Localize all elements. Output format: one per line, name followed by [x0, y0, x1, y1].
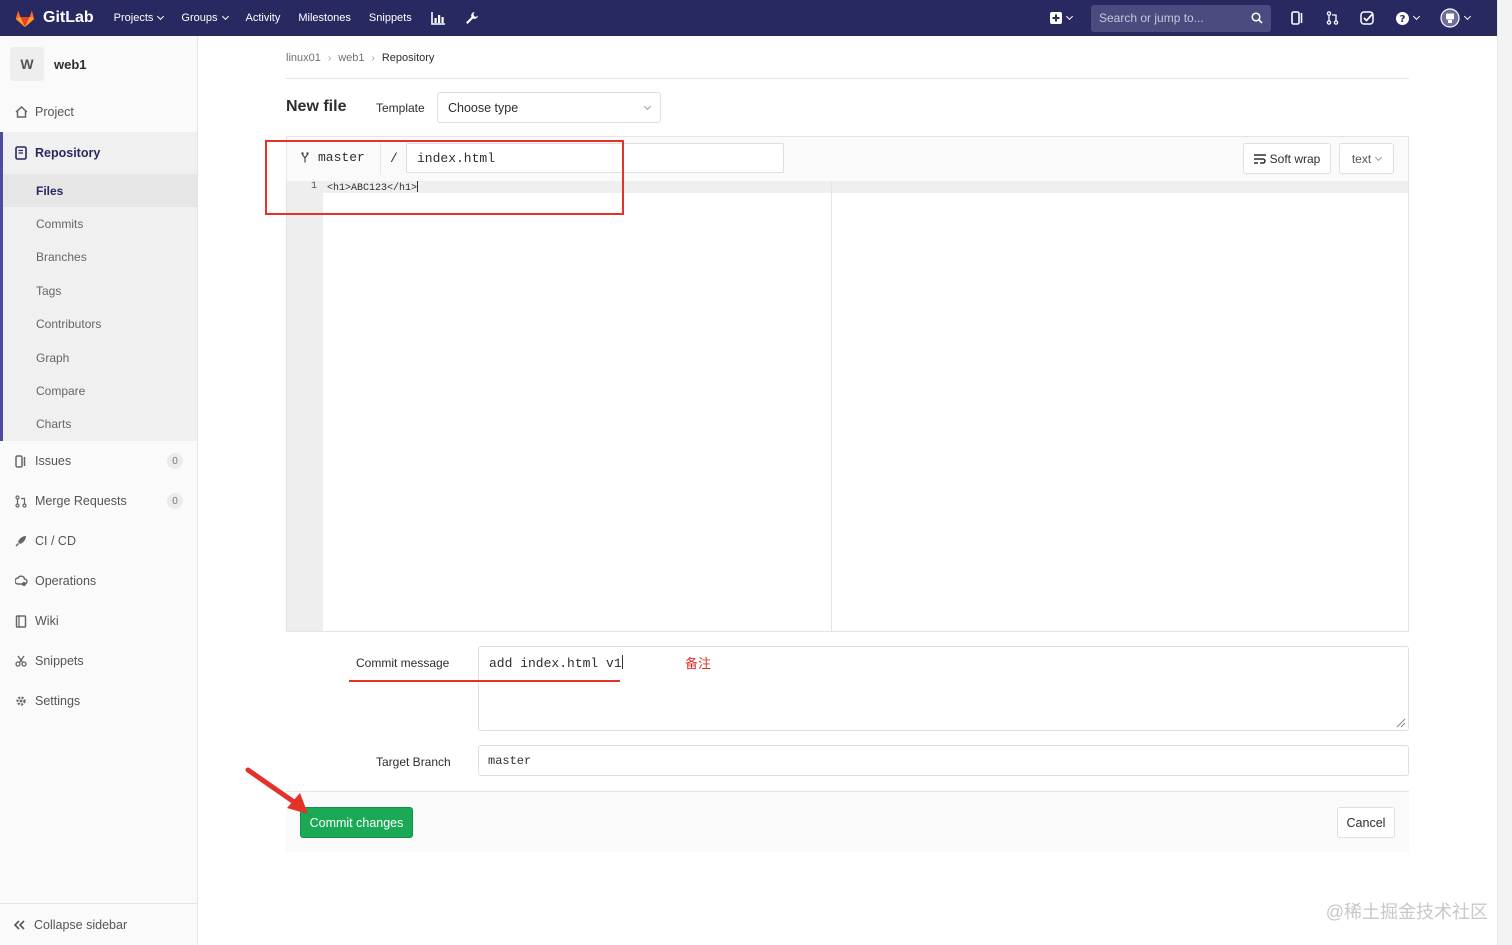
- soft-wrap-icon: [1253, 153, 1266, 164]
- issues-count-badge: 0: [167, 453, 183, 470]
- sidebar-sub-branches[interactable]: Branches: [3, 241, 197, 274]
- annotation-underline: [349, 680, 479, 682]
- commit-message-value: add index.html v1: [489, 655, 623, 671]
- breadcrumb-web1[interactable]: web1: [338, 52, 364, 64]
- merge-request-icon: [14, 494, 28, 508]
- sidebar-item-issues[interactable]: Issues 0: [0, 441, 197, 481]
- commit-message-textarea[interactable]: add index.html v1: [478, 646, 1409, 731]
- chevron-down-icon: [1375, 153, 1383, 161]
- sidebar-sub-contributors[interactable]: Contributors: [3, 308, 197, 341]
- cloud-gear-icon: [14, 574, 28, 588]
- gear-icon: [14, 694, 28, 708]
- page-title: New file: [286, 98, 347, 115]
- page-scrollbar[interactable]: [1497, 0, 1512, 945]
- soft-wrap-button[interactable]: Soft wrap: [1243, 143, 1331, 174]
- chevron-right-icon: ›: [371, 52, 375, 64]
- watermark: @稀土掘金技术社区: [1325, 902, 1488, 922]
- sidebar-item-snippets[interactable]: Snippets: [0, 641, 197, 681]
- chevron-down-icon: [1065, 12, 1074, 21]
- sidebar-sub-graph[interactable]: Graph: [3, 341, 197, 374]
- book-icon: [14, 614, 28, 628]
- form-actions: Commit changes Cancel: [286, 791, 1409, 852]
- scissors-icon: [14, 654, 28, 668]
- collapse-sidebar-button[interactable]: Collapse sidebar: [0, 903, 197, 945]
- gitlab-home-link[interactable]: GitLab: [14, 7, 94, 29]
- svg-text:?: ?: [1399, 14, 1405, 25]
- divider: [286, 78, 1409, 79]
- merge-requests-count-badge: 0: [167, 493, 183, 510]
- new-item-plus-icon[interactable]: [1046, 8, 1076, 28]
- user-avatar-icon[interactable]: [1437, 8, 1473, 28]
- repository-submenu: Files Commits Branches Tags Contributors…: [0, 174, 197, 442]
- sidebar-item-project[interactable]: Project: [0, 92, 197, 132]
- project-sidebar: W web1 Project Repository Files Commits …: [0, 36, 198, 945]
- top-navbar: GitLab Projects Groups Activity Mileston…: [0, 0, 1497, 36]
- brand-name: GitLab: [43, 9, 94, 26]
- double-chevron-left-icon: [14, 919, 26, 930]
- sidebar-sub-charts[interactable]: Charts: [3, 408, 197, 441]
- merge-request-icon[interactable]: [1322, 8, 1342, 28]
- resize-handle-icon[interactable]: [1396, 718, 1406, 728]
- nav-activity[interactable]: Activity: [246, 12, 281, 24]
- breadcrumb-repository[interactable]: Repository: [382, 52, 435, 64]
- chevron-down-icon: [1463, 12, 1472, 21]
- sidebar-item-operations[interactable]: Operations: [0, 561, 197, 601]
- todo-check-icon[interactable]: [1357, 8, 1377, 28]
- nav-groups[interactable]: Groups: [181, 12, 229, 24]
- cancel-button[interactable]: Cancel: [1337, 807, 1395, 838]
- chevron-right-icon: ›: [327, 52, 332, 64]
- annotation-note: 备注: [685, 656, 712, 671]
- issues-icon[interactable]: [1287, 8, 1307, 28]
- chevron-down-icon: [157, 12, 165, 21]
- template-type-select[interactable]: Choose type: [437, 92, 661, 123]
- sidebar-sub-files[interactable]: Files: [3, 174, 197, 208]
- target-branch-label: Target Branch: [376, 755, 451, 769]
- gitlab-logo-icon: [15, 10, 35, 28]
- project-header[interactable]: W web1: [0, 36, 197, 92]
- search-box[interactable]: [1091, 4, 1271, 32]
- search-input[interactable]: [1099, 11, 1239, 25]
- sidebar-sub-tags[interactable]: Tags: [3, 274, 197, 307]
- chevron-down-icon: [1412, 12, 1420, 21]
- sidebar-item-repository[interactable]: Repository: [0, 132, 197, 174]
- annotation-underline: [478, 680, 620, 682]
- nav-milestones[interactable]: Milestones: [298, 12, 351, 24]
- sidebar-sub-commits[interactable]: Commits: [3, 207, 197, 240]
- rocket-icon: [14, 534, 28, 548]
- home-icon: [14, 105, 28, 119]
- search-icon: [1251, 12, 1263, 24]
- sidebar-item-wiki[interactable]: Wiki: [0, 601, 197, 641]
- annotation-highlight-box: [265, 140, 624, 215]
- chevron-down-icon: [643, 102, 652, 110]
- chart-icon[interactable]: [430, 10, 446, 26]
- wrench-icon[interactable]: [464, 10, 480, 26]
- template-label: Template: [376, 101, 425, 115]
- help-icon[interactable]: ?: [1392, 8, 1422, 28]
- code-editor-area[interactable]: <h1>ABC123</h1>: [323, 181, 1408, 631]
- nav-projects[interactable]: Projects: [114, 12, 165, 24]
- project-avatar: W: [10, 47, 44, 81]
- sidebar-item-merge-requests[interactable]: Merge Requests 0: [0, 481, 197, 521]
- sidebar-item-settings[interactable]: Settings: [0, 681, 197, 721]
- breadcrumb: linux01 › web1 › Repository: [286, 52, 434, 64]
- project-name: web1: [54, 56, 87, 72]
- sidebar-sub-compare[interactable]: Compare: [3, 374, 197, 407]
- target-branch-input[interactable]: [478, 745, 1409, 776]
- repository-icon: [14, 146, 28, 160]
- breadcrumb-linux01[interactable]: linux01: [286, 52, 321, 64]
- text-cursor: [621, 655, 623, 669]
- annotation-arrow-icon: [245, 767, 308, 814]
- issues-icon: [14, 454, 28, 468]
- nav-snippets[interactable]: Snippets: [369, 12, 412, 24]
- commit-message-label: Commit message: [356, 656, 450, 670]
- chevron-down-icon: [221, 12, 229, 21]
- line-gutter: [287, 181, 323, 631]
- editor-mode-select[interactable]: text: [1339, 143, 1394, 174]
- sidebar-item-ci-cd[interactable]: CI / CD: [0, 521, 197, 561]
- print-margin: [831, 181, 832, 631]
